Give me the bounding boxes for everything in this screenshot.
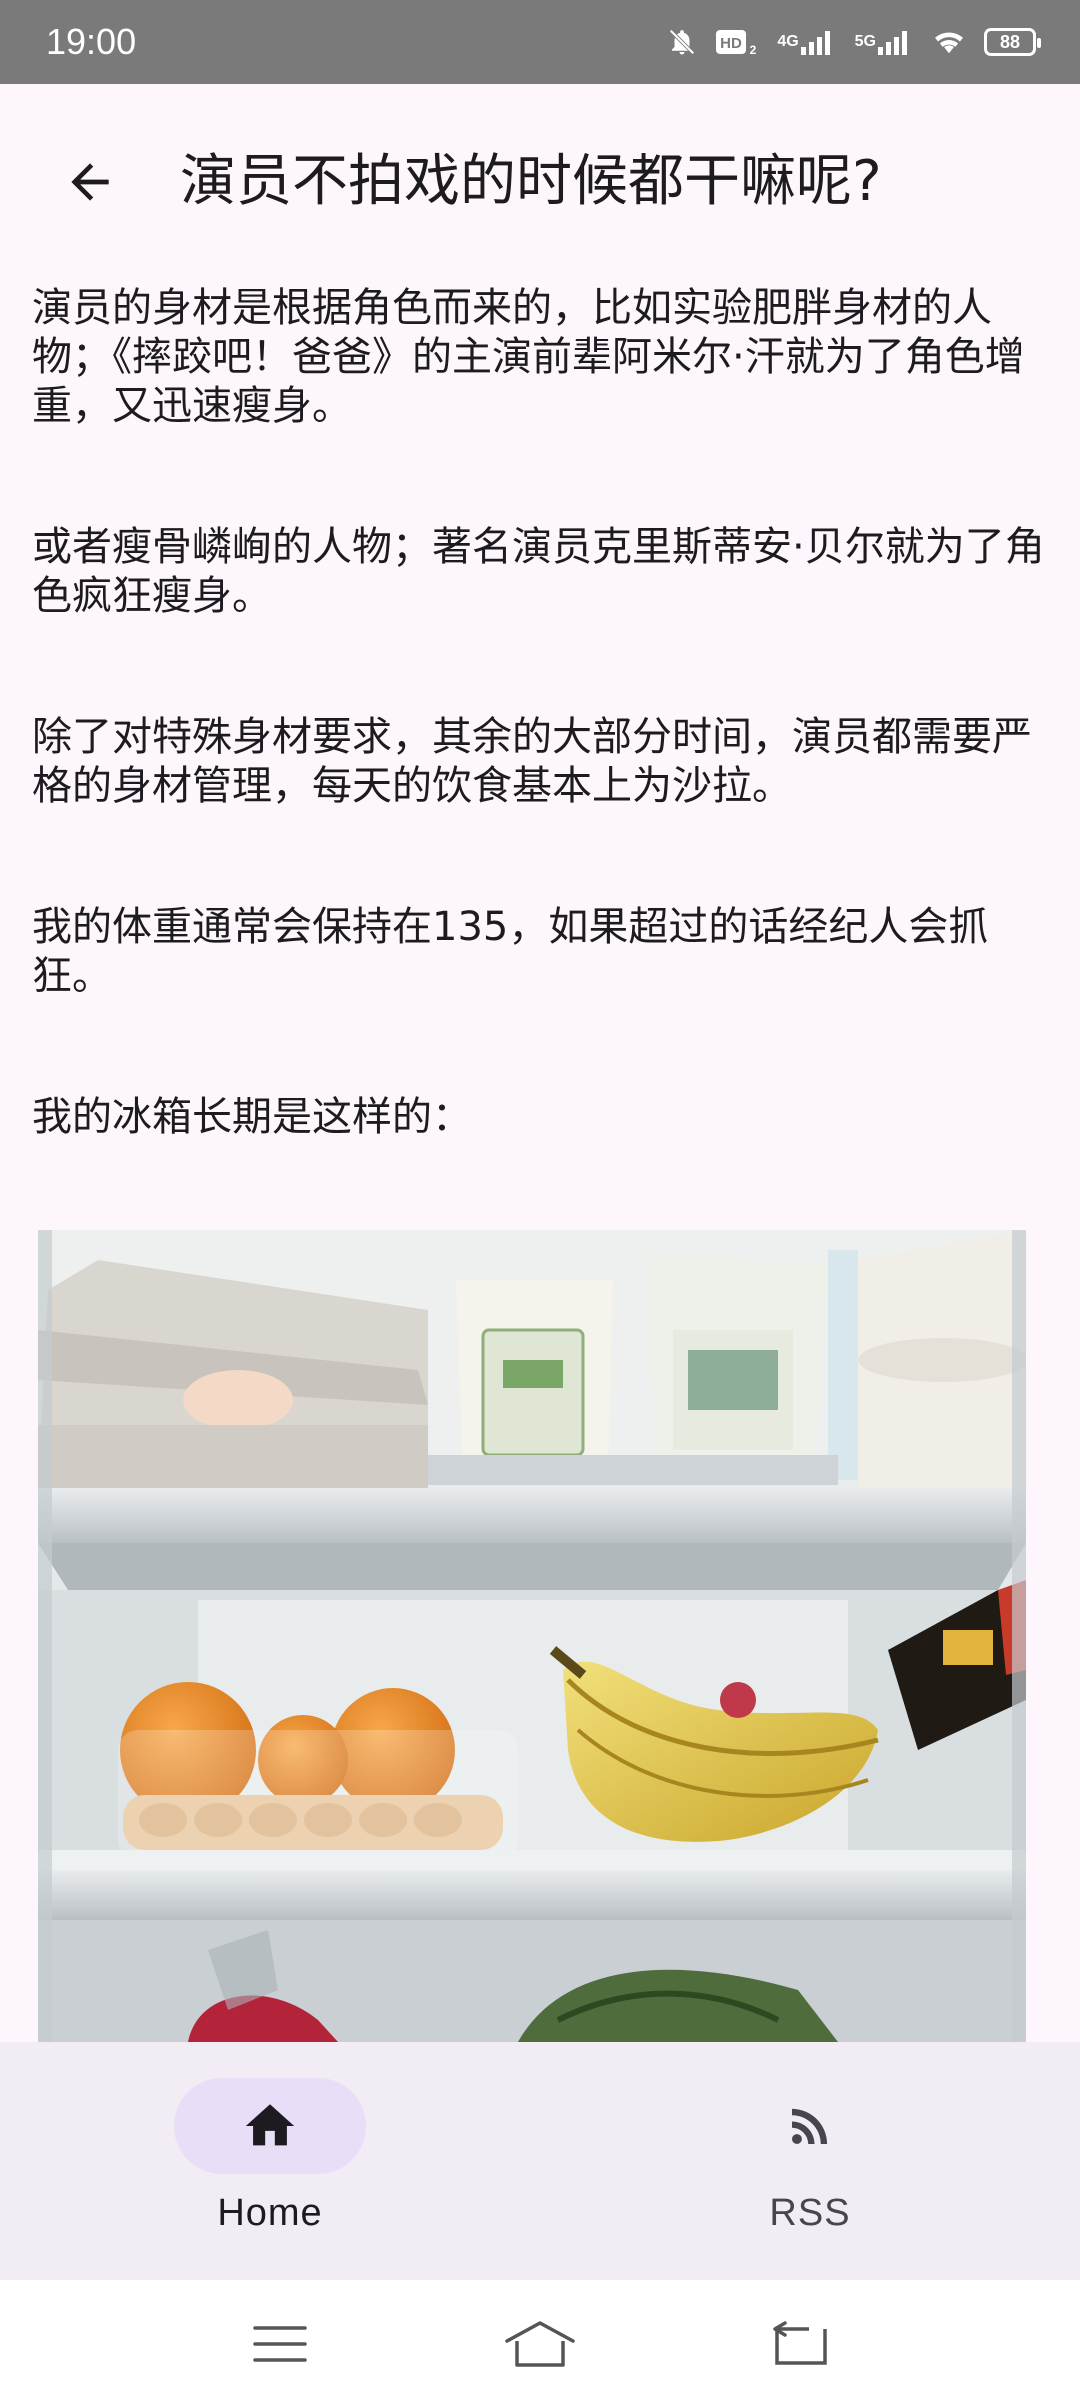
fridge-photo	[38, 1230, 1026, 2042]
status-bar: 19:00 HD 2 4G 5G 88	[0, 0, 1080, 84]
article-paragraph: 或者瘦骨嶙峋的人物；著名演员克里斯蒂安·贝尔就为了角色疯狂瘦身。	[32, 524, 1045, 619]
wifi-icon	[932, 28, 966, 56]
network-4g-label: 4G	[777, 33, 799, 50]
nav-indicator	[714, 2078, 906, 2174]
nav-active-indicator	[174, 2078, 366, 2174]
article-paragraph: 演员的身材是根据角色而来的，比如实验肥胖身材的人物；《摔跤吧！爸爸》的主演前辈阿…	[32, 285, 1025, 429]
home-icon	[245, 2104, 295, 2146]
svg-text:2: 2	[750, 43, 757, 57]
signal-4g-icon: 4G	[777, 29, 836, 55]
system-back-button[interactable]	[755, 2299, 845, 2389]
back-return-icon	[773, 2321, 827, 2365]
mute-bell-icon	[667, 27, 697, 57]
article-paragraph: 我的冰箱长期是这样的：	[32, 1094, 472, 1140]
nav-label-rss: RSS	[769, 2192, 851, 2234]
nav-item-rss[interactable]: RSS	[540, 2042, 1080, 2280]
status-time: 19:00	[46, 21, 137, 62]
article-paragraph: 我的体重通常会保持在135，如果超过的话经纪人会抓狂。	[32, 904, 989, 999]
page-title: 演员不拍戏的时候都干嘛呢?	[180, 149, 882, 214]
home-outline-icon	[505, 2321, 575, 2367]
system-navigation-bar	[0, 2280, 1080, 2408]
system-menu-button[interactable]	[235, 2299, 325, 2389]
hd-icon: HD 2	[715, 26, 759, 58]
rss-icon	[792, 2108, 828, 2144]
status-icons: HD 2 4G 5G 88	[667, 26, 1041, 58]
article-paragraph: 除了对特殊身材要求，其余的大部分时间，演员都需要严格的身材管理，每天的饮食基本上…	[32, 714, 1032, 809]
battery-level: 88	[999, 31, 1021, 52]
top-app-bar: 演员不拍戏的时候都干嘛呢?	[0, 84, 1080, 280]
nav-item-home[interactable]: Home	[0, 2042, 540, 2280]
battery-icon: 88	[984, 28, 1041, 56]
bottom-navigation: Home RSS	[0, 2042, 1080, 2280]
signal-5g-icon: 5G	[855, 29, 914, 55]
arrow-back-icon	[71, 163, 109, 201]
article-body: 演员的身材是根据角色而来的，比如实验肥胖身材的人物；《摔跤吧！爸爸》的主演前辈阿…	[32, 284, 1048, 1234]
back-button[interactable]	[54, 146, 126, 218]
nav-label-home: Home	[217, 2192, 323, 2234]
svg-text:HD: HD	[720, 35, 742, 52]
network-5g-label: 5G	[854, 33, 876, 50]
system-home-button[interactable]	[495, 2299, 585, 2389]
menu-icon	[253, 2326, 307, 2362]
